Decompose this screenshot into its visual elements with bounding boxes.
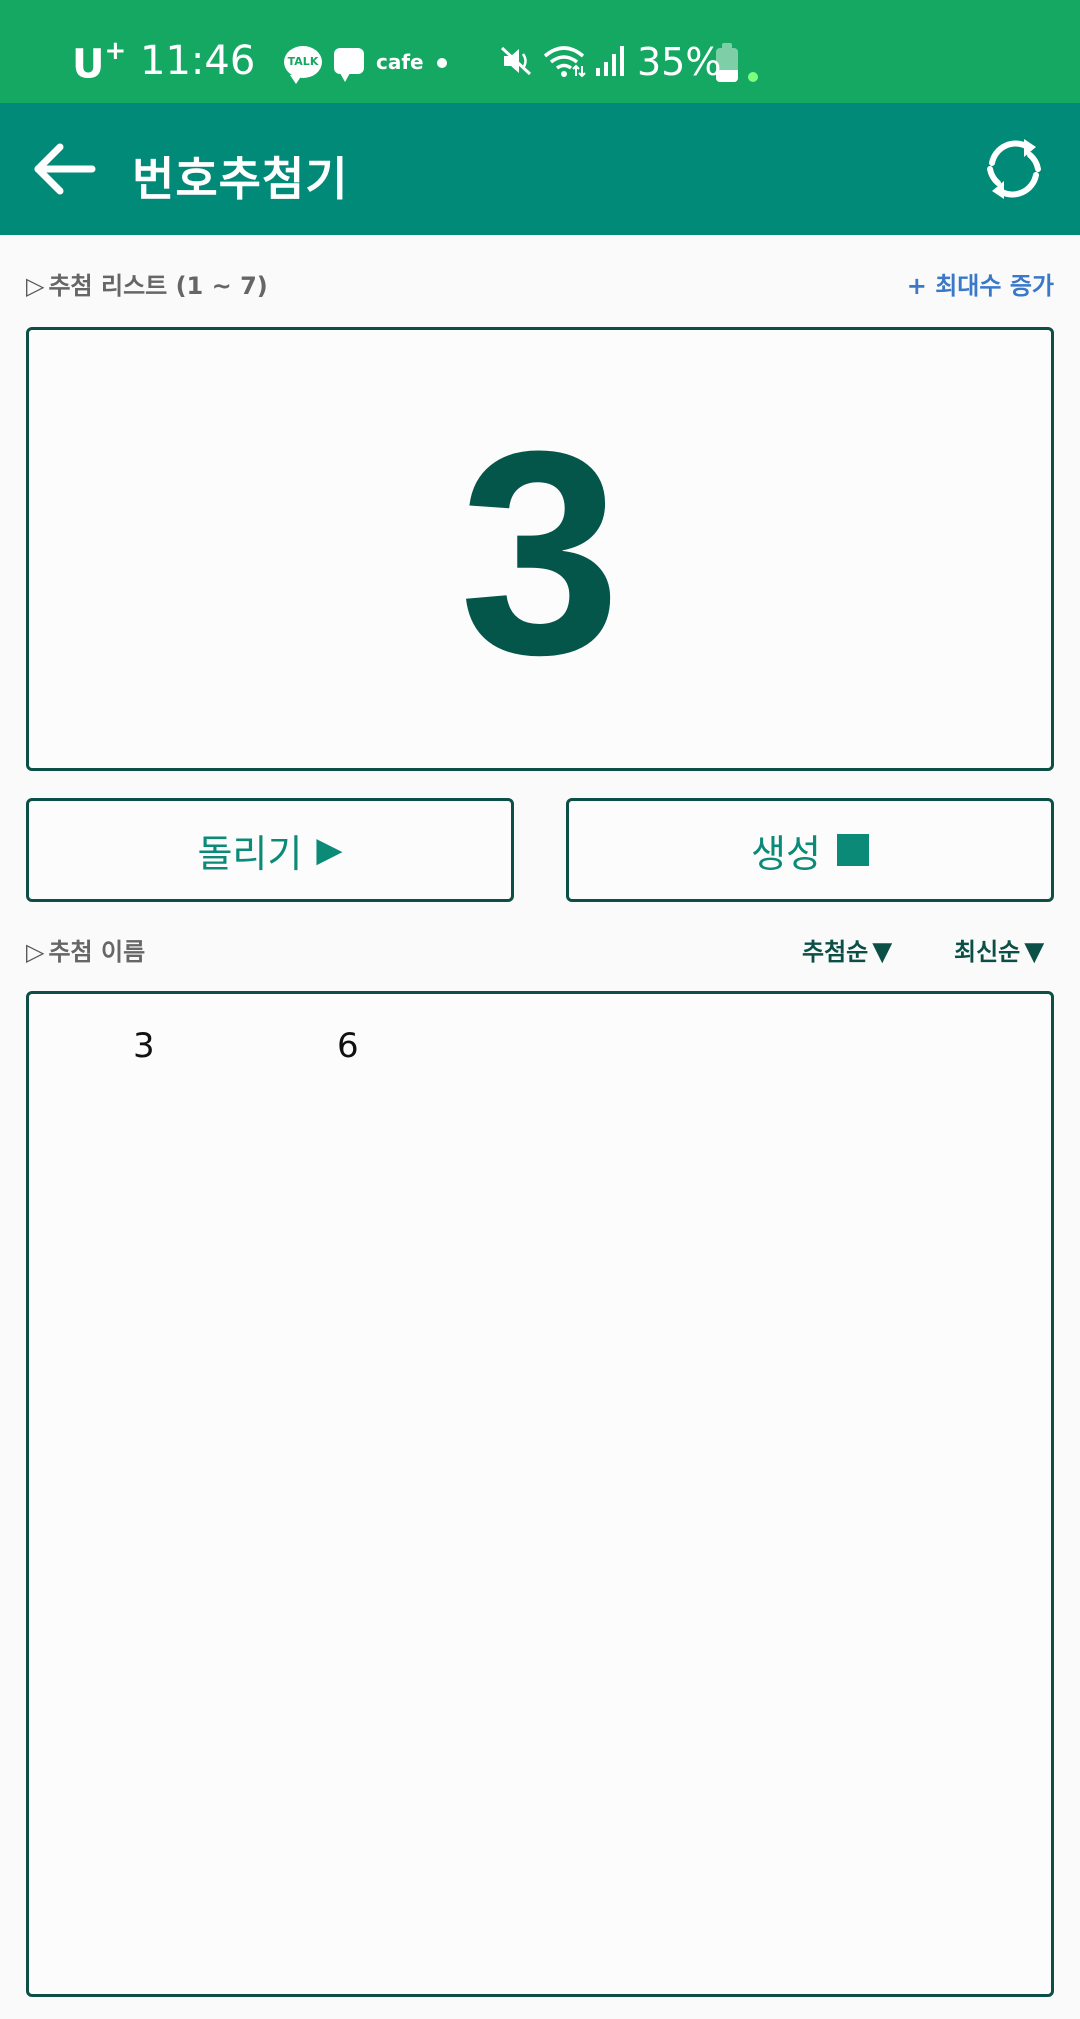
draw-list-label: ▷ 추첨 리스트 (1 ~ 7) — [26, 266, 268, 301]
cafe-icon: cafe — [376, 50, 424, 74]
sort-arrow-icon: ▼ — [1024, 937, 1045, 967]
number-display: 3 — [26, 327, 1054, 771]
max-increase-link[interactable]: + 최대수 증가 — [907, 266, 1054, 301]
generate-button-label: 생성 — [751, 831, 821, 876]
page-title: 번호추첨기 — [132, 152, 349, 206]
refresh-icon[interactable] — [980, 135, 1048, 203]
signal-icon — [596, 46, 624, 76]
wifi-icon — [543, 46, 586, 78]
sort-arrow-icon: ▼ — [872, 937, 893, 967]
results-label: ▷ 추첨 이름 — [26, 932, 145, 967]
privacy-indicator-dot — [748, 72, 758, 82]
app-bar: 번호추첨기 — [0, 103, 1080, 235]
spin-button-label: 돌리기 — [197, 831, 303, 876]
mute-icon — [500, 46, 532, 76]
play-icon: ▶ — [316, 830, 343, 870]
status-time: 11:46 — [140, 38, 256, 84]
stop-icon — [836, 834, 869, 866]
spin-button[interactable]: 돌리기 ▶ — [26, 798, 514, 902]
sort-latest-button[interactable]: 최신순 ▼ — [954, 932, 1044, 967]
results-label-text: 추첨 이름 — [48, 938, 146, 966]
battery-percent: 35% — [637, 40, 722, 84]
list-item: 3 — [133, 1026, 155, 1066]
kakaotalk-icon: TALK — [284, 46, 322, 84]
triangle-right-icon: ▷ — [26, 272, 45, 300]
battery-icon — [716, 43, 738, 82]
draw-list-label-text: 추첨 리스트 (1 ~ 7) — [48, 272, 268, 300]
status-bar: U+ 11:46 TALK cafe 35% — [0, 0, 1080, 103]
message-icon — [334, 48, 364, 82]
dot-icon — [437, 58, 447, 68]
generate-button[interactable]: 생성 — [566, 798, 1054, 902]
results-list: 3 6 — [26, 991, 1054, 1997]
carrier-label: U+ — [72, 36, 127, 88]
current-number: 3 — [459, 391, 621, 715]
list-item: 6 — [337, 1026, 359, 1066]
back-button[interactable] — [28, 139, 98, 199]
sort-draw-order-label: 추첨순 — [802, 938, 869, 966]
sort-latest-label: 최신순 — [954, 938, 1021, 966]
triangle-right-icon: ▷ — [26, 938, 45, 966]
sort-draw-order-button[interactable]: 추첨순 ▼ — [802, 932, 892, 967]
